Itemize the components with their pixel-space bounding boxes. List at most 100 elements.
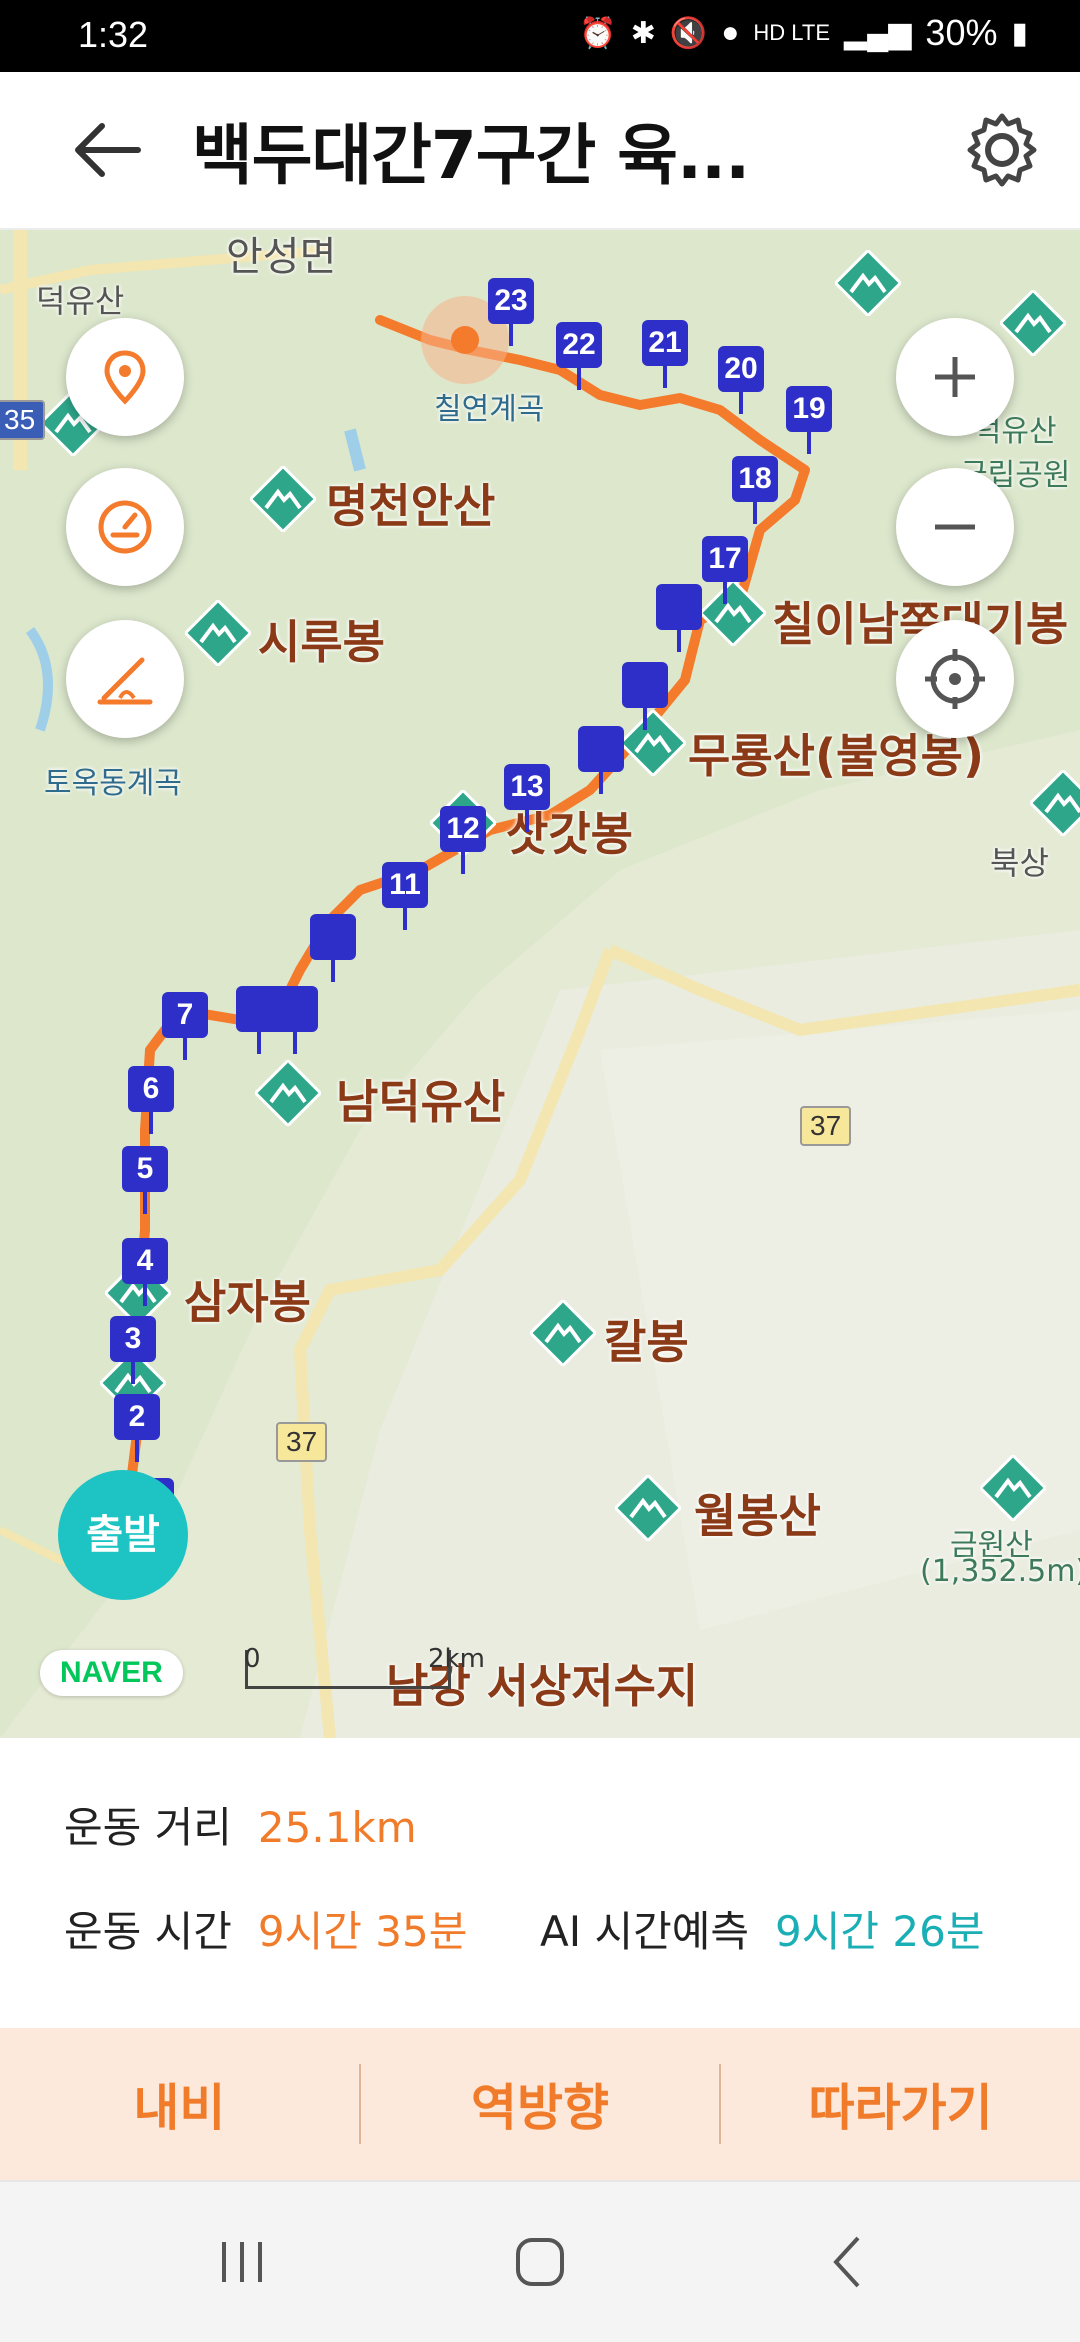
waypoint-marker[interactable]: 17 [702,536,748,604]
route-edit-button[interactable] [66,620,184,738]
zoom-in-button[interactable] [896,318,1014,436]
mountain-icon [248,464,318,534]
minus-icon [935,524,975,530]
settings-button[interactable] [960,108,1044,192]
waypoint-marker[interactable]: 2 [114,1394,160,1462]
naver-logo: NAVER [40,1650,183,1696]
mountain-icon [833,248,903,318]
status-time: 1:32 [78,14,149,55]
reverse-button[interactable]: 역방향 [361,2028,720,2180]
waypoint-marker[interactable] [622,662,668,730]
app-header: 백두대간7구간 육... [0,72,1080,230]
speedometer-button[interactable] [66,468,184,586]
map-label-myeongcheon: 명천안산 [326,479,496,533]
chevron-left-icon [833,2236,860,2288]
mountain-icon [998,288,1068,358]
waypoint-marker[interactable] [578,726,624,794]
waypoint-marker[interactable]: 13 [504,764,550,832]
follow-button[interactable]: 따라가기 [721,2028,1080,2180]
location-pin-icon [104,350,146,405]
waypoint-marker[interactable]: 11 [382,862,428,930]
bluetooth-icon: ✱ [630,16,656,50]
alarm-icon: ⏰ [579,16,617,50]
road-number: 37 [800,1106,852,1146]
battery-icon: ▮ [1011,16,1028,50]
map-label-buksang: 북상 [990,844,1049,882]
ai-label: AI 시간예측 [540,1907,750,1956]
waypoint-marker[interactable] [656,584,702,652]
ai-value: 9시간 26분 [775,1907,985,1956]
start-label: 출발 [58,1470,188,1600]
network-label: HD LTE [753,20,831,45]
map-label-geumwon-elevation: (1,352.5m) [920,1554,1080,1589]
location-pin-button[interactable] [66,318,184,436]
gear-icon [967,113,1037,187]
mountain-icon [613,1473,683,1543]
mountain-icon [253,1058,323,1128]
waypoint-marker[interactable]: 5 [122,1146,168,1214]
road-number: 37 [276,1422,328,1462]
stats-panel: 운동 거리 25.1km 운동 시간 9시간 35분 AI 시간예측 9시간 26분 [0,1738,1080,2028]
home-button[interactable] [500,2222,580,2302]
status-icons: ⏰ ✱ 🔇 ● HD LTE ▂▄▆ 30% ▮ [579,12,1028,54]
waypoint-marker[interactable]: 12 [440,806,486,874]
waypoint-marker[interactable]: 6 [128,1066,174,1134]
route-edit-icon [97,657,153,705]
status-bar: 1:32 ⏰ ✱ 🔇 ● HD LTE ▂▄▆ 30% ▮ [0,0,1080,72]
time-value: 9시간 35분 [257,1907,468,1956]
mountain-icon [183,598,253,668]
mountain-icon [698,578,768,648]
map-label-namdeogyu: 남덕유산 [336,1075,506,1129]
map-label-chilyeon: 칠연계곡 [434,392,545,427]
map-scale: 0 2km [244,1644,485,1689]
scale-zero: 0 [244,1644,261,1674]
zoom-out-button[interactable] [896,468,1014,586]
back-arrow-icon [75,123,141,177]
distance-stat: 운동 거리 25.1km [64,1794,417,1855]
waypoint-marker[interactable]: 21 [642,320,688,388]
mountain-icon [978,1453,1048,1523]
start-marker[interactable]: 출발 [58,1470,188,1620]
home-icon [516,2238,564,2286]
back-button[interactable] [68,118,148,182]
recent-apps-icon [222,2242,262,2282]
waypoint-marker[interactable]: 19 [786,386,832,454]
mountain-icon [528,1298,598,1368]
ai-time-stat: AI 시간예측 9시간 26분 [540,1898,984,1959]
distance-value: 25.1km [257,1803,417,1852]
time-stat: 운동 시간 9시간 35분 [64,1898,467,1959]
crosshair-icon [925,649,985,709]
navi-button[interactable]: 내비 [0,2028,359,2180]
map-label-kalbong: 칼봉 [604,1315,689,1369]
my-location-button[interactable] [896,620,1014,738]
road-number: 35 [0,400,46,440]
battery-percent: 30% [925,12,998,53]
waypoint-marker[interactable]: 20 [718,346,764,414]
waypoint-marker[interactable]: 7 [162,992,208,1060]
map-label-deogyusan: 덕유산 [36,282,125,320]
speedometer-icon [98,500,152,554]
action-bar: 내비 역방향 따라가기 [0,2028,1080,2180]
recent-apps-button[interactable] [202,2222,282,2302]
map-label-sirubong: 시루봉 [258,615,385,669]
waypoint-marker[interactable]: 3 [110,1316,156,1384]
scale-distance: 2km [428,1644,485,1674]
waypoint-marker[interactable] [310,914,356,982]
signal-icon: ▂▄▆ [844,16,912,50]
map-label-tookdong: 토옥동계곡 [44,766,182,801]
time-label: 운동 시간 [64,1907,232,1956]
waypoint-marker[interactable] [272,986,318,1054]
map-label-samja: 삼자봉 [184,1275,311,1329]
system-nav-bar [0,2180,1080,2342]
waypoint-marker[interactable]: 18 [732,456,778,524]
waypoint-marker[interactable]: 22 [556,322,602,390]
mute-icon: 🔇 [669,16,708,50]
page-title: 백두대간7구간 육... [192,117,750,194]
location-icon: ● [721,16,740,49]
map-label-anseong: 안성면 [226,234,337,280]
waypoint-marker[interactable]: 23 [488,278,534,346]
back-nav-button[interactable] [808,2222,888,2302]
waypoint-marker[interactable]: 4 [122,1238,168,1306]
distance-label: 운동 거리 [64,1803,232,1852]
map-view[interactable]: 덕유산 안성면 칠연계곡 덕유산 국립공원 명천안산 시루봉 토옥동계곡 칠이남쪽… [0,230,1080,1738]
